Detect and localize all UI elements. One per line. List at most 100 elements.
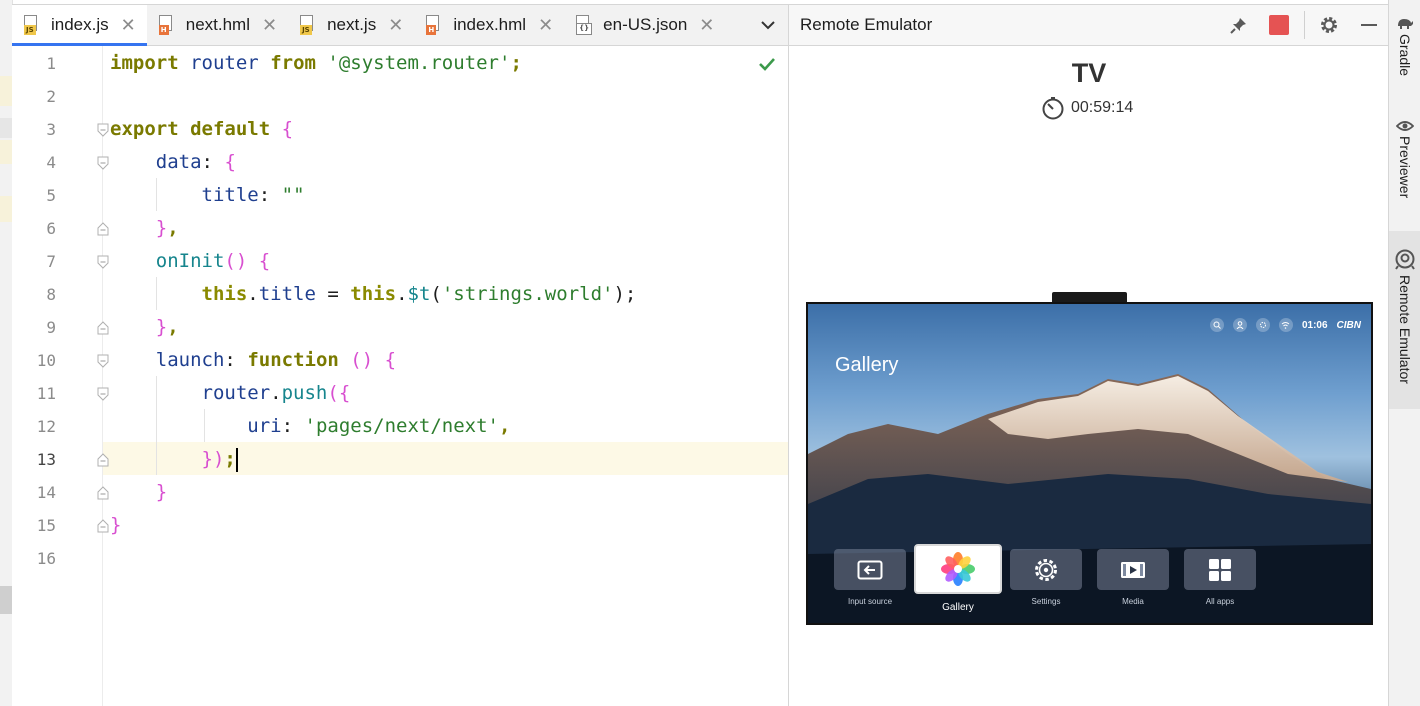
json-file-icon: {} bbox=[576, 15, 594, 35]
tab-next-hml[interactable]: H next.hml ✕ bbox=[147, 5, 288, 45]
line-number: 5 bbox=[46, 186, 56, 205]
line-number: 14 bbox=[36, 483, 56, 502]
change-marker bbox=[0, 196, 12, 222]
fold-icon[interactable] bbox=[96, 255, 110, 269]
user-icon[interactable] bbox=[1232, 318, 1247, 332]
tab-index-hml[interactable]: H index.hml ✕ bbox=[414, 5, 564, 45]
tab-label: next.hml bbox=[185, 15, 250, 34]
tab-label: en-US.json bbox=[603, 15, 688, 34]
code-line: data: { bbox=[155, 151, 236, 173]
fold-icon[interactable] bbox=[96, 123, 110, 137]
gallery-flower-icon bbox=[941, 552, 975, 586]
settings-icon[interactable] bbox=[1255, 318, 1270, 332]
fold-end-icon[interactable] bbox=[96, 222, 110, 236]
tv-clock: 01:06 bbox=[1301, 319, 1328, 331]
tool-remote-emulator[interactable]: Remote Emulator bbox=[1389, 231, 1420, 409]
tv-camera bbox=[1052, 292, 1127, 302]
code-line: } bbox=[110, 514, 122, 536]
app-label: All apps bbox=[1205, 597, 1235, 606]
all-apps-grid-icon bbox=[1209, 558, 1231, 581]
code-line: launch: function () { bbox=[155, 349, 397, 371]
app-tile-input-source[interactable] bbox=[834, 549, 906, 590]
tv-screen[interactable]: 01:06 CIBN Gallery Input source Gallery … bbox=[808, 304, 1371, 623]
app-tile-all-apps[interactable] bbox=[1184, 549, 1256, 590]
change-marker bbox=[0, 118, 12, 138]
chevron-down-icon[interactable] bbox=[748, 5, 788, 45]
line-number: 9 bbox=[46, 318, 56, 337]
code-line: export default { bbox=[110, 118, 294, 140]
code-line: title: "" bbox=[201, 184, 305, 206]
fold-end-icon[interactable] bbox=[96, 519, 110, 533]
wifi-icon bbox=[1278, 318, 1293, 332]
tool-gradle[interactable]: Gradle bbox=[1389, 14, 1420, 102]
session-timer: 00:59:14 bbox=[1041, 96, 1133, 120]
tv-status-bar: 01:06 CIBN bbox=[1209, 318, 1361, 332]
pin-icon[interactable] bbox=[1229, 15, 1249, 35]
divider bbox=[1304, 11, 1305, 39]
fold-end-icon[interactable] bbox=[96, 486, 110, 500]
close-icon[interactable]: ✕ bbox=[262, 15, 277, 36]
line-number: 3 bbox=[46, 120, 56, 139]
fold-icon[interactable] bbox=[96, 156, 110, 170]
code-line: router.push({ bbox=[201, 382, 351, 404]
js-file-icon: JS bbox=[300, 15, 318, 35]
line-number: 13 bbox=[36, 450, 56, 469]
app-tile-media[interactable] bbox=[1097, 549, 1169, 590]
tv-frame[interactable]: 01:06 CIBN Gallery Input source Gallery … bbox=[806, 302, 1373, 625]
remote-emulator-panel: Remote Emulator TV 00:59:14 01:06 CIBN G… bbox=[788, 4, 1389, 706]
remote-emulator-icon bbox=[1395, 249, 1415, 270]
right-tool-window-bar: Gradle Previewer Remote Emulator bbox=[1388, 0, 1420, 706]
gradle-elephant-icon bbox=[1398, 19, 1413, 29]
panel-title: Remote Emulator bbox=[800, 15, 933, 34]
line-number: 16 bbox=[36, 549, 56, 568]
close-icon[interactable]: ✕ bbox=[699, 15, 714, 36]
tab-next-js[interactable]: JS next.js ✕ bbox=[288, 5, 414, 45]
tool-previewer[interactable]: Previewer bbox=[1389, 120, 1420, 220]
editor-tab-bar: JS index.js ✕ H next.hml ✕ JS next.js ✕ … bbox=[12, 4, 788, 46]
tool-label: Previewer bbox=[1397, 136, 1413, 199]
app-label: Settings bbox=[1031, 597, 1061, 606]
fold-icon[interactable] bbox=[96, 387, 110, 401]
line-number: 8 bbox=[46, 285, 56, 304]
tab-label: index.hml bbox=[453, 15, 527, 34]
app-tile-settings[interactable] bbox=[1010, 549, 1082, 590]
app-label: Input source bbox=[847, 597, 893, 606]
line-number: 2 bbox=[46, 87, 56, 106]
check-icon[interactable] bbox=[758, 56, 776, 72]
fold-end-icon[interactable] bbox=[96, 321, 110, 335]
js-file-icon: JS bbox=[24, 15, 42, 35]
line-number: 15 bbox=[36, 516, 56, 535]
fold-end-icon[interactable] bbox=[96, 453, 110, 467]
settings-gear-icon bbox=[1035, 558, 1057, 581]
device-name: TV bbox=[1071, 58, 1107, 88]
fold-icon[interactable] bbox=[96, 354, 110, 368]
app-tile-gallery[interactable] bbox=[914, 544, 1002, 594]
line-number: 1 bbox=[46, 54, 56, 73]
change-marker bbox=[0, 140, 12, 164]
stopwatch-icon bbox=[1042, 97, 1064, 120]
code-line: this.title = this.$t('strings.world'); bbox=[201, 283, 637, 305]
line-number: 11 bbox=[36, 384, 56, 403]
stop-icon[interactable] bbox=[1269, 15, 1289, 35]
app-label: Gallery bbox=[942, 602, 974, 613]
code-editor[interactable]: 1 2 3 4 5 6 7 8 9 10 11 12 13 14 15 16 i… bbox=[12, 46, 788, 706]
code-line: } bbox=[155, 481, 168, 503]
line-number: 6 bbox=[46, 219, 56, 238]
search-icon[interactable] bbox=[1209, 318, 1224, 332]
line-number: 12 bbox=[36, 417, 56, 436]
tab-label: index.js bbox=[51, 15, 109, 34]
tab-index-js[interactable]: JS index.js ✕ bbox=[12, 5, 147, 46]
line-number: 10 bbox=[36, 351, 56, 370]
hml-file-icon: H bbox=[426, 15, 444, 35]
tab-en-us-json[interactable]: {} en-US.json ✕ bbox=[564, 5, 725, 45]
gear-icon[interactable] bbox=[1319, 15, 1339, 35]
change-marker bbox=[0, 76, 12, 106]
scroll-marker bbox=[0, 586, 12, 614]
input-source-icon bbox=[857, 560, 883, 579]
close-icon[interactable]: ✕ bbox=[388, 15, 403, 36]
eye-icon bbox=[1396, 121, 1414, 131]
minimize-icon[interactable] bbox=[1359, 15, 1379, 35]
tool-label: Gradle bbox=[1397, 34, 1413, 77]
close-icon[interactable]: ✕ bbox=[538, 15, 553, 36]
close-icon[interactable]: ✕ bbox=[121, 15, 136, 36]
